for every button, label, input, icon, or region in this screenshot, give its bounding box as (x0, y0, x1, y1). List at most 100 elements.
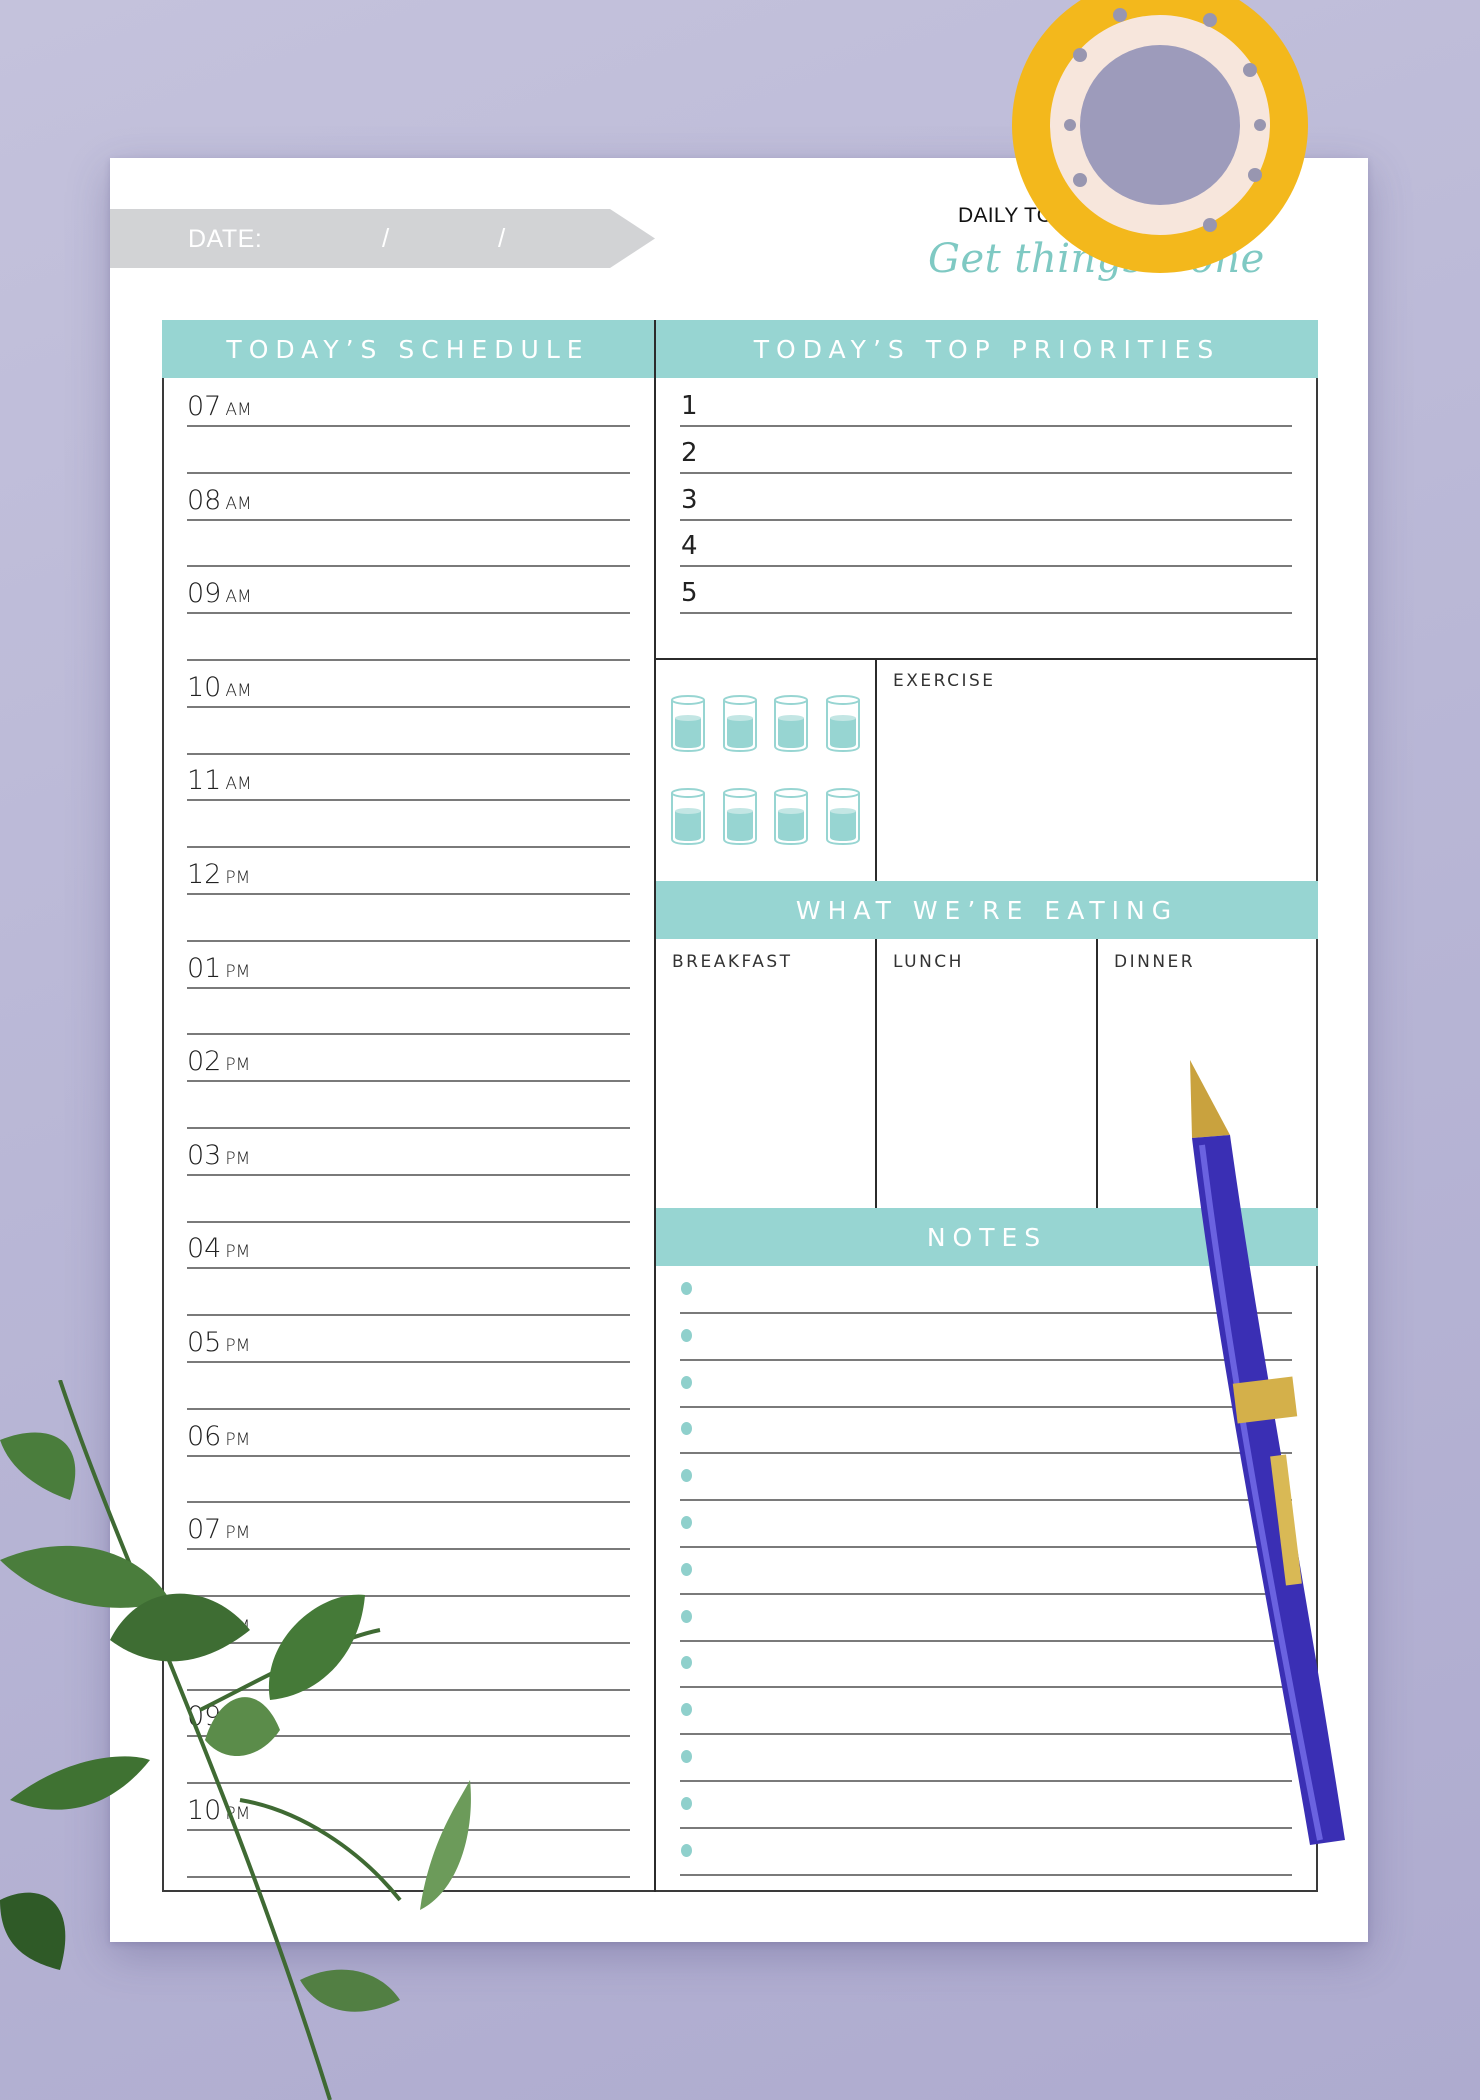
date-label: DATE: (188, 225, 263, 253)
slot-period: AM (225, 587, 252, 608)
note-bullet-icon (681, 1328, 692, 1342)
priority-entry-line[interactable] (680, 471, 1292, 474)
note-bullet-icon (681, 1609, 692, 1623)
meals-header: WHAT WE’RE EATING (656, 881, 1318, 939)
priority-entry-line[interactable] (680, 425, 1292, 427)
slot-hour: 05 (187, 1327, 222, 1358)
slot-period: PM (225, 1336, 251, 1356)
water-glass-icon[interactable] (669, 787, 707, 847)
schedule-entry-line[interactable] (187, 893, 630, 895)
schedule-time-slot: 12 PM (187, 859, 250, 890)
slot-period: AM (225, 774, 252, 795)
date-separator: / (382, 223, 390, 253)
schedule-entry-line[interactable] (187, 939, 630, 942)
schedule-time-slot: 11 AM (187, 765, 252, 796)
lunch-label: LUNCH (893, 952, 964, 972)
slot-hour: 12 (187, 859, 222, 890)
slot-hour: 11 (187, 765, 222, 797)
schedule-entry-line[interactable] (187, 705, 630, 708)
slot-period: PM (225, 1242, 251, 1263)
slot-hour: 08 (187, 484, 222, 516)
slot-hour: 10 (187, 671, 222, 703)
schedule-entry-line[interactable] (187, 1361, 630, 1363)
schedule-entry-line[interactable] (187, 659, 630, 661)
exercise-label: EXERCISE (893, 671, 996, 691)
note-bullet-icon (681, 1375, 692, 1389)
date-separator: / (498, 223, 506, 253)
schedule-entry-line[interactable] (187, 1033, 630, 1036)
water-glass-icon[interactable] (669, 694, 707, 754)
slot-period: PM (225, 1055, 251, 1076)
tape-roll-decoration (1012, 0, 1308, 273)
meals-divider-2 (1096, 939, 1098, 1208)
priority-number: 4 (681, 531, 698, 562)
schedule-header: TODAY’S SCHEDULE (162, 320, 654, 378)
note-entry-line[interactable] (680, 1873, 1292, 1876)
water-glass-icon[interactable] (824, 694, 862, 754)
slot-hour: 03 (187, 1139, 222, 1171)
schedule-entry-line[interactable] (187, 518, 630, 521)
slot-period: PM (225, 961, 251, 982)
note-bullet-icon (681, 1282, 692, 1295)
slot-period: AM (225, 400, 252, 420)
schedule-time-slot: 09 AM (187, 578, 252, 609)
note-bullet-icon (681, 1843, 692, 1857)
slot-hour: 01 (187, 952, 222, 984)
water-exercise-divider (875, 659, 877, 881)
priority-entry-line[interactable] (680, 565, 1292, 568)
water-glass-icon[interactable] (721, 787, 759, 847)
slot-hour: 09 (187, 578, 222, 610)
dinner-label: DINNER (1114, 952, 1196, 972)
schedule-entry-line[interactable] (187, 1080, 630, 1083)
water-glass-icon[interactable] (824, 787, 862, 847)
schedule-time-slot: 01 PM (187, 953, 250, 984)
schedule-entry-line[interactable] (187, 752, 630, 755)
pen-decoration (1190, 1060, 1345, 1845)
column-divider (654, 320, 656, 1892)
water-glass-icon[interactable] (772, 694, 810, 754)
meals-divider-1 (875, 939, 877, 1208)
note-bullet-icon (681, 1562, 692, 1576)
date-banner: DATE: / / (110, 209, 655, 268)
schedule-entry-line[interactable] (187, 846, 630, 849)
slot-hour: 07 (187, 391, 222, 422)
schedule-entry-line[interactable] (187, 1267, 630, 1270)
schedule-entry-line[interactable] (187, 1173, 630, 1176)
slot-period: AM (225, 680, 252, 701)
schedule-entry-line[interactable] (187, 986, 630, 989)
water-glass-icon[interactable] (772, 787, 810, 847)
slot-hour: 04 (187, 1233, 222, 1265)
schedule-entry-line[interactable] (187, 612, 630, 615)
priority-number: 3 (681, 484, 698, 515)
schedule-time-slot: 05 PM (187, 1327, 250, 1358)
priorities-bottom-divider (655, 658, 1318, 660)
priority-entry-line[interactable] (680, 518, 1292, 521)
water-glass-icon[interactable] (721, 694, 759, 754)
schedule-entry-line[interactable] (187, 471, 630, 474)
priority-number: 1 (681, 391, 698, 421)
schedule-entry-line[interactable] (187, 799, 630, 802)
schedule-entry-line[interactable] (187, 425, 630, 427)
priority-entry-line[interactable] (680, 612, 1292, 615)
note-bullet-icon (681, 1516, 692, 1529)
schedule-entry-line[interactable] (187, 1314, 630, 1317)
schedule-time-slot: 08 AM (187, 485, 252, 516)
breakfast-label: BREAKFAST (672, 952, 793, 972)
slot-period: AM (225, 493, 252, 514)
note-bullet-icon (681, 1750, 692, 1763)
plant-decoration (0, 1380, 471, 2100)
note-bullet-icon (681, 1796, 692, 1810)
schedule-time-slot: 03 PM (187, 1140, 250, 1171)
priorities-header: TODAY’S TOP PRIORITIES (656, 320, 1318, 378)
slot-hour: 02 (187, 1046, 222, 1078)
slot-period: PM (225, 1148, 251, 1169)
schedule-time-slot: 07 AM (187, 391, 252, 422)
schedule-entry-line[interactable] (187, 1220, 630, 1223)
schedule-entry-line[interactable] (187, 565, 630, 568)
schedule-time-slot: 02 PM (187, 1046, 250, 1077)
schedule-entry-line[interactable] (187, 1127, 630, 1129)
slot-period: PM (225, 868, 251, 888)
priority-number: 2 (681, 437, 698, 468)
schedule-time-slot: 10 AM (187, 672, 252, 703)
schedule-time-slot: 04 PM (187, 1233, 250, 1264)
